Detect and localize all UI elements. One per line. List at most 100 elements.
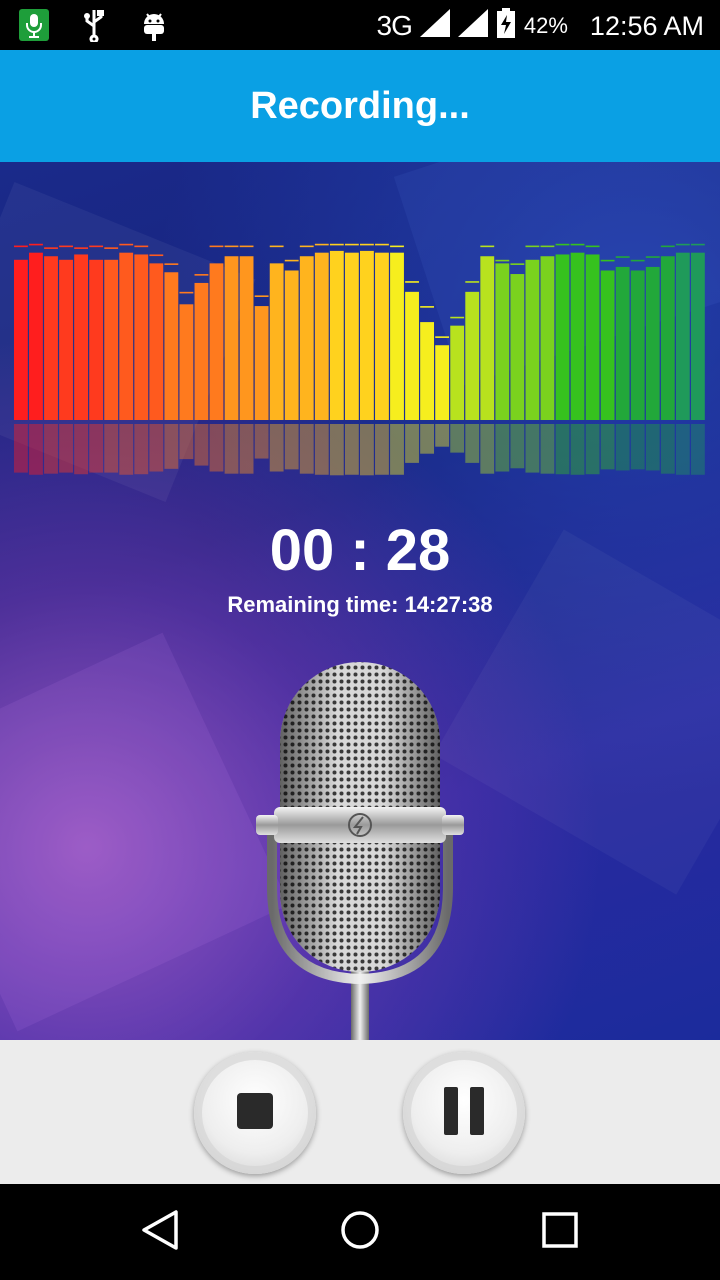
peak-marker [74, 247, 89, 249]
peak-marker [405, 281, 419, 283]
level-bar [239, 256, 254, 420]
peak-marker [585, 245, 600, 248]
level-bar [344, 252, 359, 420]
peak-marker [269, 245, 284, 248]
network-type: 3G [376, 10, 413, 41]
peak-marker [104, 247, 119, 249]
level-bar [510, 274, 525, 420]
level-bar [570, 252, 585, 420]
peak-marker [194, 274, 209, 276]
back-icon [140, 1208, 180, 1257]
home-icon [339, 1209, 381, 1256]
level-bar-reflection [134, 424, 149, 475]
recents-button[interactable] [530, 1204, 590, 1260]
peak-marker [495, 259, 510, 262]
peak-marker [645, 256, 660, 258]
level-bar [375, 252, 389, 420]
back-button[interactable] [130, 1204, 190, 1260]
level-bar [269, 263, 284, 420]
level-bar-reflection [299, 424, 314, 474]
peak-marker [450, 316, 465, 319]
battery-level: 42% [523, 13, 568, 38]
stop-button[interactable] [194, 1052, 316, 1174]
level-bar [615, 266, 630, 420]
peak-marker [284, 259, 299, 262]
level-bar-reflection [375, 424, 389, 475]
peak-marker [435, 336, 450, 338]
level-bar [104, 259, 119, 420]
level-bar-reflection [585, 424, 600, 475]
peak-marker [690, 243, 705, 246]
level-bar-reflection [360, 424, 374, 476]
microphone-notification-icon [18, 8, 50, 42]
level-bar [585, 254, 600, 420]
peak-marker [615, 256, 630, 258]
level-bar [254, 306, 269, 420]
level-bar-reflection [645, 424, 660, 471]
peak-marker [420, 306, 435, 308]
level-bar-reflection [269, 424, 284, 472]
peak-marker [660, 245, 675, 248]
level-meter [14, 243, 705, 420]
peak-marker [209, 245, 224, 248]
peak-marker [254, 295, 269, 297]
level-bar [119, 252, 134, 420]
level-bar-reflection [495, 424, 510, 472]
pause-button[interactable] [403, 1052, 525, 1174]
peak-marker [14, 245, 28, 248]
level-bar-reflection [329, 424, 344, 476]
level-bar-reflection [600, 424, 615, 470]
peak-marker [89, 245, 104, 248]
level-bar [44, 256, 58, 420]
level-bar [420, 322, 435, 420]
level-bar-reflection [29, 424, 43, 475]
peak-marker [480, 245, 495, 248]
level-bar-reflection [405, 424, 419, 463]
level-bar-reflection [480, 424, 495, 474]
peak-marker [179, 291, 194, 294]
navigation-bar [0, 1184, 720, 1280]
level-bar [194, 282, 209, 420]
level-bar-reflection [465, 424, 480, 463]
peak-marker [630, 259, 645, 262]
home-button[interactable] [330, 1204, 390, 1260]
android-debug-icon [138, 8, 170, 42]
peak-marker [390, 245, 404, 248]
peak-marker [360, 243, 374, 246]
level-bar-reflection [510, 424, 525, 469]
level-bar-reflection [675, 424, 690, 475]
level-bar-reflection [239, 424, 254, 474]
level-bar [465, 291, 480, 420]
level-bar-reflection [570, 424, 585, 475]
microphone-icon [256, 662, 464, 1040]
level-bar-reflection [59, 424, 73, 473]
peak-marker [224, 245, 239, 248]
level-bar [14, 259, 28, 420]
peak-marker [44, 247, 58, 249]
level-bar [525, 259, 540, 420]
peak-marker [119, 243, 134, 246]
level-bar [690, 252, 705, 420]
peak-marker [59, 245, 73, 248]
level-bar [450, 325, 465, 420]
level-bar [314, 252, 329, 420]
level-bar-reflection [390, 424, 404, 475]
level-bar [134, 254, 149, 420]
level-bar-reflection [314, 424, 329, 475]
signal-icon-secondary [457, 8, 488, 44]
signal-icon [419, 8, 450, 44]
level-bar-reflection [420, 424, 435, 454]
level-bar-reflection [690, 424, 705, 475]
usb-icon [78, 8, 110, 42]
peak-marker [239, 245, 254, 248]
peak-marker [540, 245, 555, 248]
level-bar-reflection [74, 424, 89, 475]
level-bar-reflection [164, 424, 179, 469]
page-title: Recording... [250, 84, 470, 127]
remaining-time: Remaining time: 14:27:38 [227, 592, 493, 617]
peak-marker [465, 281, 480, 283]
level-bar-reflection [179, 424, 194, 460]
level-bar [179, 304, 194, 420]
level-bar-reflection [104, 424, 119, 473]
peak-marker [510, 263, 525, 265]
